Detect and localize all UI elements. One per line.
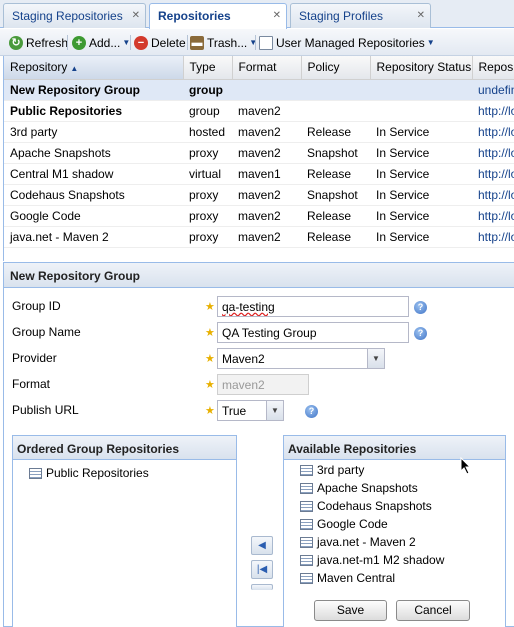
publish-url-select[interactable]: True ▼: [217, 400, 284, 421]
add-label: Add...: [89, 35, 121, 50]
table-row[interactable]: java.net - Maven 2 proxy maven2 Release In S…: [4, 226, 514, 248]
refresh-label: Refresh: [26, 35, 69, 50]
repository-icon: [300, 464, 313, 476]
format-label: Format: [12, 377, 51, 391]
chevron-down-icon: ▼: [426, 38, 435, 47]
ordered-list-title: Ordered Group Repositories: [13, 436, 236, 460]
required-star-icon: ★: [205, 353, 215, 365]
tab-label: Staging Profiles: [299, 9, 384, 23]
column-header-type[interactable]: Type: [183, 56, 233, 80]
required-star-icon: ★: [205, 327, 215, 339]
repository-icon: [300, 572, 313, 584]
toolbar-separator: [187, 35, 188, 50]
new-repository-group-panel: New Repository Group Group ID ★ qa-testi…: [3, 262, 514, 627]
tab-repositories[interactable]: Repositories ✕: [149, 3, 287, 29]
table-row[interactable]: Codehaus Snapshots proxy maven2 Snapshot In …: [4, 184, 514, 206]
arrow-left-icon: ◀: [258, 540, 266, 551]
group-id-label: Group ID: [12, 299, 61, 313]
save-button[interactable]: Save: [314, 600, 387, 621]
available-list-items: 3rd party Apache Snapshots Codehaus Snap…: [284, 460, 505, 587]
chevron-down-icon[interactable]: ▼: [266, 401, 283, 420]
delete-button[interactable]: − Delete: [134, 33, 186, 52]
list-item[interactable]: 3rd party: [300, 461, 505, 479]
list-item[interactable]: Apache Snapshots: [300, 479, 505, 497]
add-button[interactable]: + Add... ▼: [72, 33, 130, 52]
ordered-group-repositories-list: Ordered Group Repositories Public Reposi…: [12, 435, 237, 627]
arrow-first-icon: |◀: [256, 564, 268, 575]
refresh-button[interactable]: ↻ Refresh: [9, 33, 68, 52]
table-row[interactable]: 3rd party hosted maven2 Release In Service ht…: [4, 121, 514, 143]
toolbar-separator: [255, 35, 256, 50]
refresh-icon: ↻: [9, 35, 23, 50]
repository-icon: [300, 554, 313, 566]
mouse-cursor-icon: [460, 457, 472, 475]
repository-icon: [300, 518, 313, 530]
list-item[interactable]: Codehaus Snapshots: [300, 497, 505, 515]
format-input: maven2: [217, 374, 309, 395]
move-all-left-button[interactable]: |◀: [251, 560, 273, 579]
delete-icon: −: [134, 35, 148, 50]
help-icon[interactable]: ?: [414, 301, 427, 314]
group-name-input[interactable]: QA Testing Group: [217, 322, 409, 343]
grid-header-row: Repository ▲ Type Format Policy Repositor…: [4, 56, 514, 80]
toolbar-separator: [130, 35, 131, 50]
trash-label: Trash...: [207, 35, 248, 50]
table-row[interactable]: Google Code proxy maven2 Release In Service h…: [4, 205, 514, 227]
required-star-icon: ★: [205, 379, 215, 391]
repository-icon: [300, 500, 313, 512]
tab-label: Staging Repositories: [12, 9, 123, 23]
toolbar-separator: [67, 35, 68, 50]
toolbar: ↻ Refresh + Add... ▼ − Delete ▬ Trash...…: [0, 29, 514, 56]
list-item[interactable]: Google Code: [300, 515, 505, 533]
repositories-grid: Repository ▲ Type Format Policy Repositor…: [3, 56, 514, 261]
move-left-button[interactable]: ◀: [251, 536, 273, 555]
available-repositories-list: Available Repositories 3rd party Apache …: [283, 435, 506, 627]
column-header-repository[interactable]: Repository ▲: [4, 56, 184, 80]
add-icon: +: [72, 35, 86, 50]
group-id-input[interactable]: qa-testing: [217, 296, 409, 317]
column-header-path[interactable]: Repository Path: [472, 56, 514, 80]
required-star-icon: ★: [205, 405, 215, 417]
list-item[interactable]: java.net-m1 M2 shadow: [300, 551, 505, 569]
trash-icon: ▬: [190, 35, 204, 50]
tab-label: Repositories: [158, 9, 231, 23]
panel-title: New Repository Group: [4, 263, 514, 288]
repository-icon: [300, 482, 313, 494]
chevron-down-icon[interactable]: ▼: [367, 349, 384, 368]
help-icon[interactable]: ?: [414, 327, 427, 340]
repository-icon: [300, 536, 313, 548]
table-row[interactable]: Central M1 shadow virtual maven1 Release In …: [4, 163, 514, 185]
close-icon[interactable]: ✕: [132, 10, 140, 21]
list-item[interactable]: Public Repositories: [29, 464, 236, 482]
cancel-button[interactable]: Cancel: [396, 600, 470, 621]
tab-bar: Staging Repositories ✕ Repositories ✕ St…: [0, 0, 514, 29]
table-row[interactable]: Apache Snapshots proxy maven2 Snapshot In Se…: [4, 142, 514, 164]
required-star-icon: ★: [205, 301, 215, 313]
tab-staging-profiles[interactable]: Staging Profiles ✕: [290, 3, 431, 28]
help-icon[interactable]: ?: [305, 405, 318, 418]
table-row[interactable]: New Repository Groupgroupundefined: [4, 79, 514, 101]
column-header-policy[interactable]: Policy: [301, 56, 371, 80]
move-right-button[interactable]: [251, 584, 273, 590]
delete-label: Delete: [151, 35, 186, 50]
close-icon[interactable]: ✕: [273, 10, 281, 21]
close-icon[interactable]: ✕: [417, 10, 425, 21]
sort-ascending-icon: ▲: [70, 64, 79, 74]
repositories-icon: ▤: [259, 35, 273, 50]
table-row[interactable]: Public Repositoriesgroupmaven2http://loc…: [4, 100, 514, 122]
user-managed-label: User Managed Repositories: [276, 35, 425, 50]
user-managed-repositories-button[interactable]: ▤ User Managed Repositories ▼: [259, 33, 435, 52]
publish-url-label: Publish URL: [12, 403, 79, 417]
provider-select[interactable]: Maven2 ▼: [217, 348, 385, 369]
provider-label: Provider: [12, 351, 57, 365]
tab-staging-repositories[interactable]: Staging Repositories ✕: [3, 3, 146, 28]
column-header-status[interactable]: Repository Status: [370, 56, 473, 80]
repository-icon: [29, 467, 42, 479]
column-header-format[interactable]: Format: [232, 56, 302, 80]
ordered-list-items: Public Repositories: [13, 460, 236, 482]
group-name-label: Group Name: [12, 325, 81, 339]
list-item[interactable]: Maven Central: [300, 569, 505, 587]
list-item[interactable]: java.net - Maven 2: [300, 533, 505, 551]
trash-button[interactable]: ▬ Trash... ▼: [190, 33, 257, 52]
